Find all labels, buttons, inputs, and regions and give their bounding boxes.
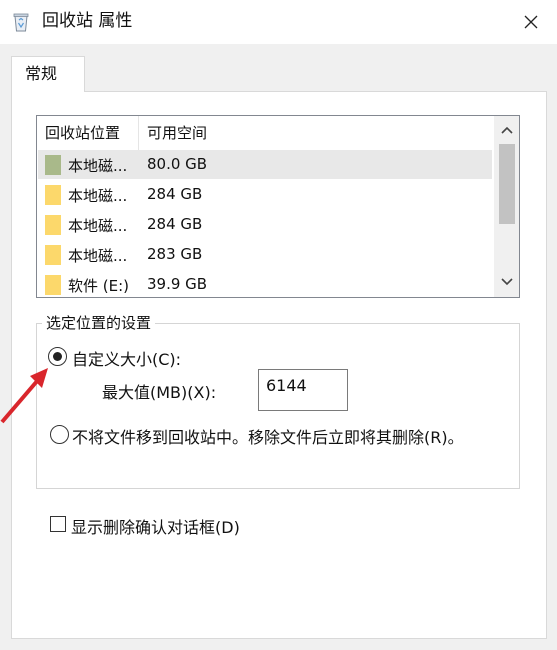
close-button[interactable] <box>516 8 546 36</box>
vertical-scrollbar[interactable] <box>494 116 519 297</box>
max-size-input[interactable]: 6144 <box>258 369 348 411</box>
location-space: 39.9 GB <box>147 275 208 293</box>
location-name: 本地磁... <box>68 157 128 175</box>
title-bar: 回收站 属性 <box>0 0 557 44</box>
column-header-location[interactable]: 回收站位置 <box>45 122 120 143</box>
confirm-dialog-checkbox[interactable] <box>50 516 66 532</box>
no-recycle-label[interactable]: 不将文件移到回收站中。移除文件后立即将其删除(R)。 <box>72 424 464 448</box>
chevron-down-icon <box>501 278 513 286</box>
location-space: 80.0 GB <box>147 155 208 173</box>
list-item[interactable]: 本地磁... 284 GB <box>38 210 492 239</box>
list-item[interactable]: 本地磁... 80.0 GB <box>38 150 492 179</box>
recycle-bin-icon <box>13 13 29 32</box>
location-list[interactable]: 回收站位置 可用空间 本地磁... 80.0 GB 本地磁... 284 GB … <box>36 115 520 298</box>
window-title: 回收站 属性 <box>42 11 133 31</box>
location-name: 本地磁... <box>68 217 128 235</box>
location-name: 本地磁... <box>68 187 128 205</box>
chevron-up-icon <box>501 126 513 134</box>
max-size-label: 最大值(MB)(X): <box>102 383 217 402</box>
list-item[interactable]: 软件 (E:) 39.9 GB <box>38 270 492 297</box>
close-icon <box>524 15 538 29</box>
list-item[interactable]: 本地磁... 283 GB <box>38 240 492 269</box>
scroll-up-button[interactable] <box>494 119 519 141</box>
column-header-space[interactable]: 可用空间 <box>147 122 207 143</box>
custom-size-label[interactable]: 自定义大小(C): <box>72 346 181 370</box>
location-name: 软件 (E:) <box>68 277 130 295</box>
annotation-arrow-icon <box>0 368 48 424</box>
confirm-dialog-label[interactable]: 显示删除确认对话框(D) <box>71 514 240 538</box>
list-item[interactable]: 本地磁... 284 GB <box>38 180 492 209</box>
location-space: 283 GB <box>147 245 203 263</box>
settings-group-label: 选定位置的设置 <box>42 313 156 333</box>
drive-icon <box>45 155 61 175</box>
column-divider[interactable] <box>138 116 139 150</box>
location-space: 284 GB <box>147 185 203 203</box>
scroll-thumb[interactable] <box>499 144 515 224</box>
location-name: 本地磁... <box>68 247 128 265</box>
folder-icon <box>45 215 61 235</box>
folder-icon <box>45 185 61 205</box>
location-space: 284 GB <box>147 215 203 233</box>
folder-icon <box>45 275 61 295</box>
scroll-down-button[interactable] <box>494 271 519 293</box>
list-header: 回收站位置 可用空间 <box>37 116 499 150</box>
tab-general[interactable]: 常规 <box>11 56 85 92</box>
folder-icon <box>45 245 61 265</box>
